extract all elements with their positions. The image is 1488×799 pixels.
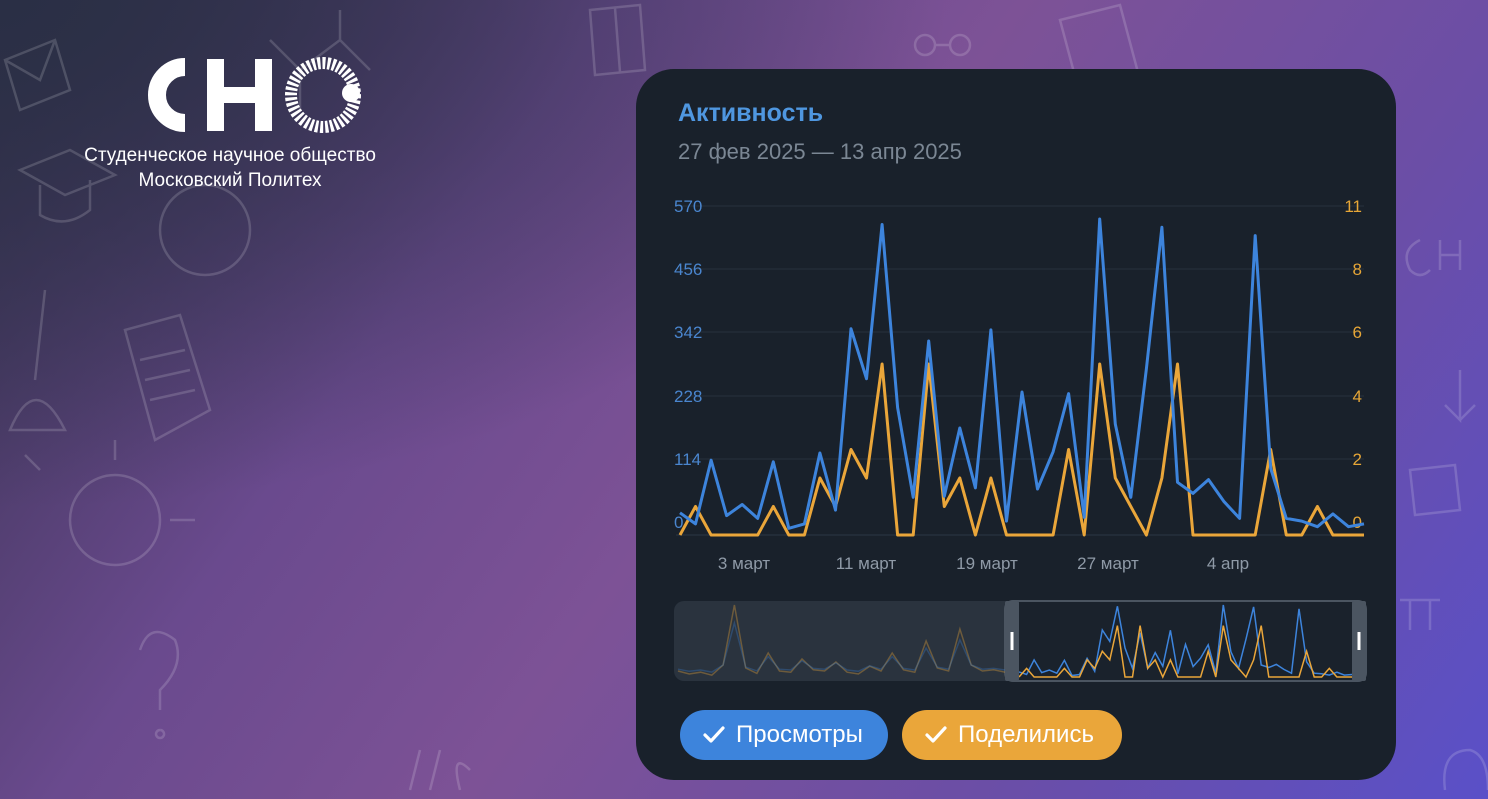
y-left-tick-label: 570 [674, 197, 702, 216]
legend-shares-label: Поделились [958, 721, 1094, 748]
y-right-tick-label: 11 [1344, 197, 1362, 216]
question-doodle [138, 630, 180, 740]
logo-line-2: Московский Политех [138, 170, 322, 191]
x-tick-label: 11 март [836, 554, 897, 573]
series-line-views [679, 217, 1365, 530]
palette-doodle [1443, 748, 1488, 791]
logo-line-1: Студенческое научное общество [84, 145, 376, 166]
glasses-doodle [913, 33, 972, 57]
y-right-tick-label: 2 [1353, 450, 1362, 469]
cho-doodle [1405, 238, 1462, 277]
activity-chart[interactable]: 0 0114 2228 4342 6456 8570 113 март 11 март 19 м… [636, 189, 1396, 689]
sun-doodle [24, 440, 195, 567]
pi-doodle [1400, 598, 1440, 630]
x-tick-label: 3 март [718, 554, 770, 573]
x-tick-label: 19 март [956, 554, 1018, 573]
arrow-doodle [1444, 370, 1476, 424]
date-range: 27 фев 2025 — 13 апр 2025 [678, 139, 962, 164]
legend-shares-toggle[interactable]: Поделились [902, 710, 1122, 760]
handle-grip-icon [1357, 632, 1361, 650]
handle-grip-icon [1010, 632, 1014, 650]
formula-doodle [408, 749, 471, 791]
y-right-tick-label: 0 [1353, 513, 1362, 532]
legend-views-toggle[interactable]: Просмотры [680, 710, 888, 760]
logo: Студенческое научное общество Московский… [40, 55, 420, 195]
x-tick-label: 4 апр [1207, 554, 1249, 573]
ball-doodle [158, 183, 252, 277]
card-title: Активность [678, 99, 824, 127]
frame-doodle [1408, 463, 1462, 517]
y-right-tick-label: 8 [1353, 260, 1362, 279]
legend-views-label: Просмотры [736, 721, 863, 748]
y-right-tick-label: 4 [1353, 387, 1362, 406]
activity-card: Активность 27 фев 2025 — 13 апр 2025 001… [636, 69, 1396, 780]
check-icon [925, 726, 947, 743]
x-tick-label: 27 март [1077, 554, 1139, 573]
clipboard-doodle [123, 313, 212, 442]
y-left-tick-label: 228 [674, 387, 702, 406]
y-left-tick-label: 342 [674, 323, 702, 342]
y-left-tick-label: 114 [674, 450, 701, 469]
series-line-shares [678, 362, 1364, 537]
cho-logo-icon [148, 57, 361, 133]
y-left-tick-label: 456 [674, 260, 702, 279]
y-right-tick-label: 6 [1353, 323, 1362, 342]
broom-doodle [8, 289, 68, 432]
check-icon [703, 726, 725, 743]
book-doodle [588, 3, 647, 77]
